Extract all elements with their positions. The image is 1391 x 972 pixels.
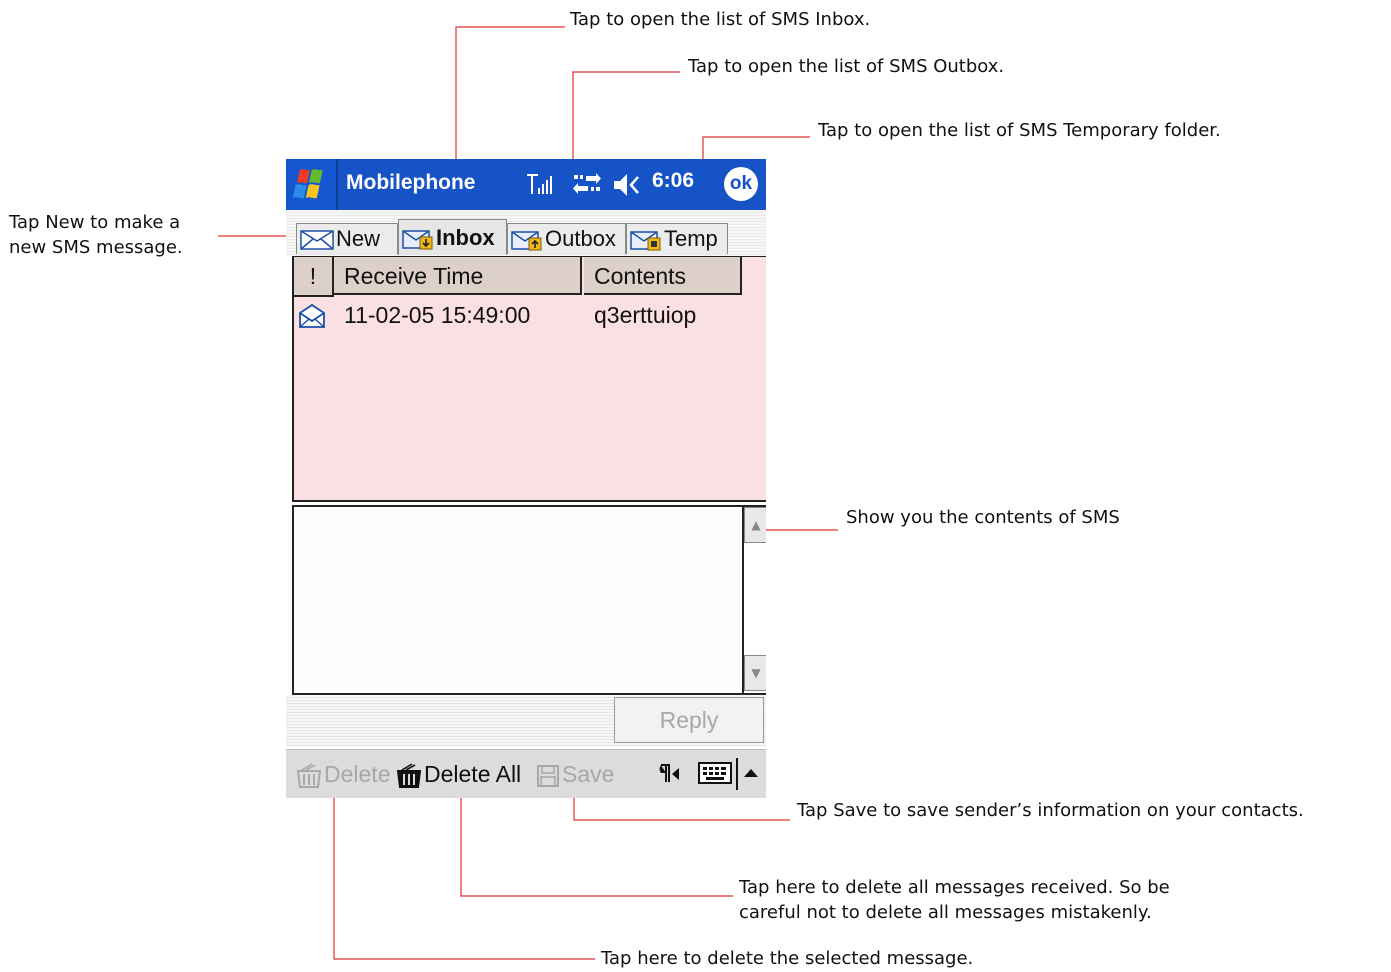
- delete-button[interactable]: Delete: [294, 759, 390, 789]
- row-receive-time: 11-02-05 15:49:00: [344, 302, 531, 328]
- title-bar: Mobilephone 6:06 ok: [286, 159, 766, 210]
- delete-label: Delete: [324, 761, 391, 787]
- windows-logo-icon: [292, 169, 323, 199]
- ok-button[interactable]: ok: [724, 167, 758, 201]
- temp-envelope-icon: [630, 231, 661, 251]
- tab-new[interactable]: New: [296, 223, 398, 254]
- reply-button[interactable]: Reply: [614, 697, 764, 743]
- table-row[interactable]: 11-02-05 15:49:00 q3erttuiop: [294, 297, 766, 333]
- tab-inbox-label: Inbox: [436, 225, 495, 250]
- save-disk-icon: [537, 764, 559, 787]
- tab-strip: New Inbox Outbox Temp: [286, 210, 766, 256]
- device-screen: Mobilephone 6:06 ok New Inbox Outbox Tem…: [286, 159, 766, 798]
- tab-new-label: New: [336, 226, 381, 251]
- annotation-delete-all-line2: careful not to delete all messages mista…: [739, 902, 1152, 923]
- annotation-inbox: Tap to open the list of SMS Inbox.: [570, 9, 871, 30]
- preview-scrollbar[interactable]: ▲ ▼: [742, 507, 766, 693]
- row-contents: q3erttuiop: [594, 302, 697, 328]
- new-envelope-icon: [300, 230, 334, 250]
- signal-strength-icon[interactable]: [526, 172, 556, 198]
- scroll-down-button[interactable]: ▼: [744, 655, 766, 691]
- annotation-delete-all-line1: Tap here to delete all messages received…: [739, 877, 1170, 898]
- volume-icon[interactable]: [612, 171, 644, 199]
- annotation-contents: Show you the contents of SMS: [846, 507, 1120, 528]
- tab-inbox[interactable]: Inbox: [398, 219, 507, 255]
- annotation-save: Tap Save to save sender’s information on…: [797, 800, 1304, 821]
- delete-all-button[interactable]: Delete All: [394, 759, 521, 789]
- scroll-up-button[interactable]: ▲: [744, 507, 766, 543]
- tab-outbox[interactable]: Outbox: [507, 223, 626, 254]
- reply-bar: Reply: [286, 695, 766, 747]
- annotation-delete: Tap here to delete the selected message.: [601, 948, 974, 969]
- sip-arrow-up-icon[interactable]: [742, 766, 760, 780]
- annotation-new-line1: Tap New to make a: [9, 212, 181, 233]
- app-title: Mobilephone: [346, 171, 476, 194]
- save-label: Save: [562, 761, 615, 787]
- menu-bar: Delete Delete All Save: [286, 749, 766, 798]
- save-button[interactable]: Save: [536, 759, 614, 789]
- input-direction-icon[interactable]: [658, 762, 682, 786]
- delete-all-trash-icon: [396, 763, 422, 788]
- delete-trash-icon: [296, 763, 322, 788]
- message-preview[interactable]: ▲ ▼: [292, 505, 766, 695]
- column-header-receive-time[interactable]: Receive Time: [334, 257, 582, 295]
- column-header-contents[interactable]: Contents: [584, 257, 742, 295]
- menu-divider: [736, 758, 738, 790]
- received-envelope-icon: [299, 303, 325, 328]
- tab-temp-label: Temp: [664, 226, 718, 251]
- tab-temp[interactable]: Temp: [626, 223, 728, 254]
- column-header-priority[interactable]: !: [294, 257, 334, 297]
- inbox-envelope-icon: [402, 230, 433, 250]
- connectivity-icon[interactable]: [572, 172, 602, 198]
- clock-time[interactable]: 6:06: [652, 169, 694, 193]
- tab-outbox-label: Outbox: [545, 226, 616, 251]
- annotation-new-line2: new SMS message.: [9, 237, 183, 258]
- outbox-envelope-icon: [511, 231, 542, 251]
- start-menu-button[interactable]: [286, 159, 338, 210]
- keyboard-icon[interactable]: [698, 762, 734, 786]
- delete-all-label: Delete All: [424, 761, 522, 787]
- annotation-temp: Tap to open the list of SMS Temporary fo…: [818, 120, 1221, 141]
- annotation-outbox: Tap to open the list of SMS Outbox.: [688, 56, 1005, 77]
- message-list[interactable]: ! Receive Time Contents 11-02-05 15:49:0…: [292, 256, 766, 502]
